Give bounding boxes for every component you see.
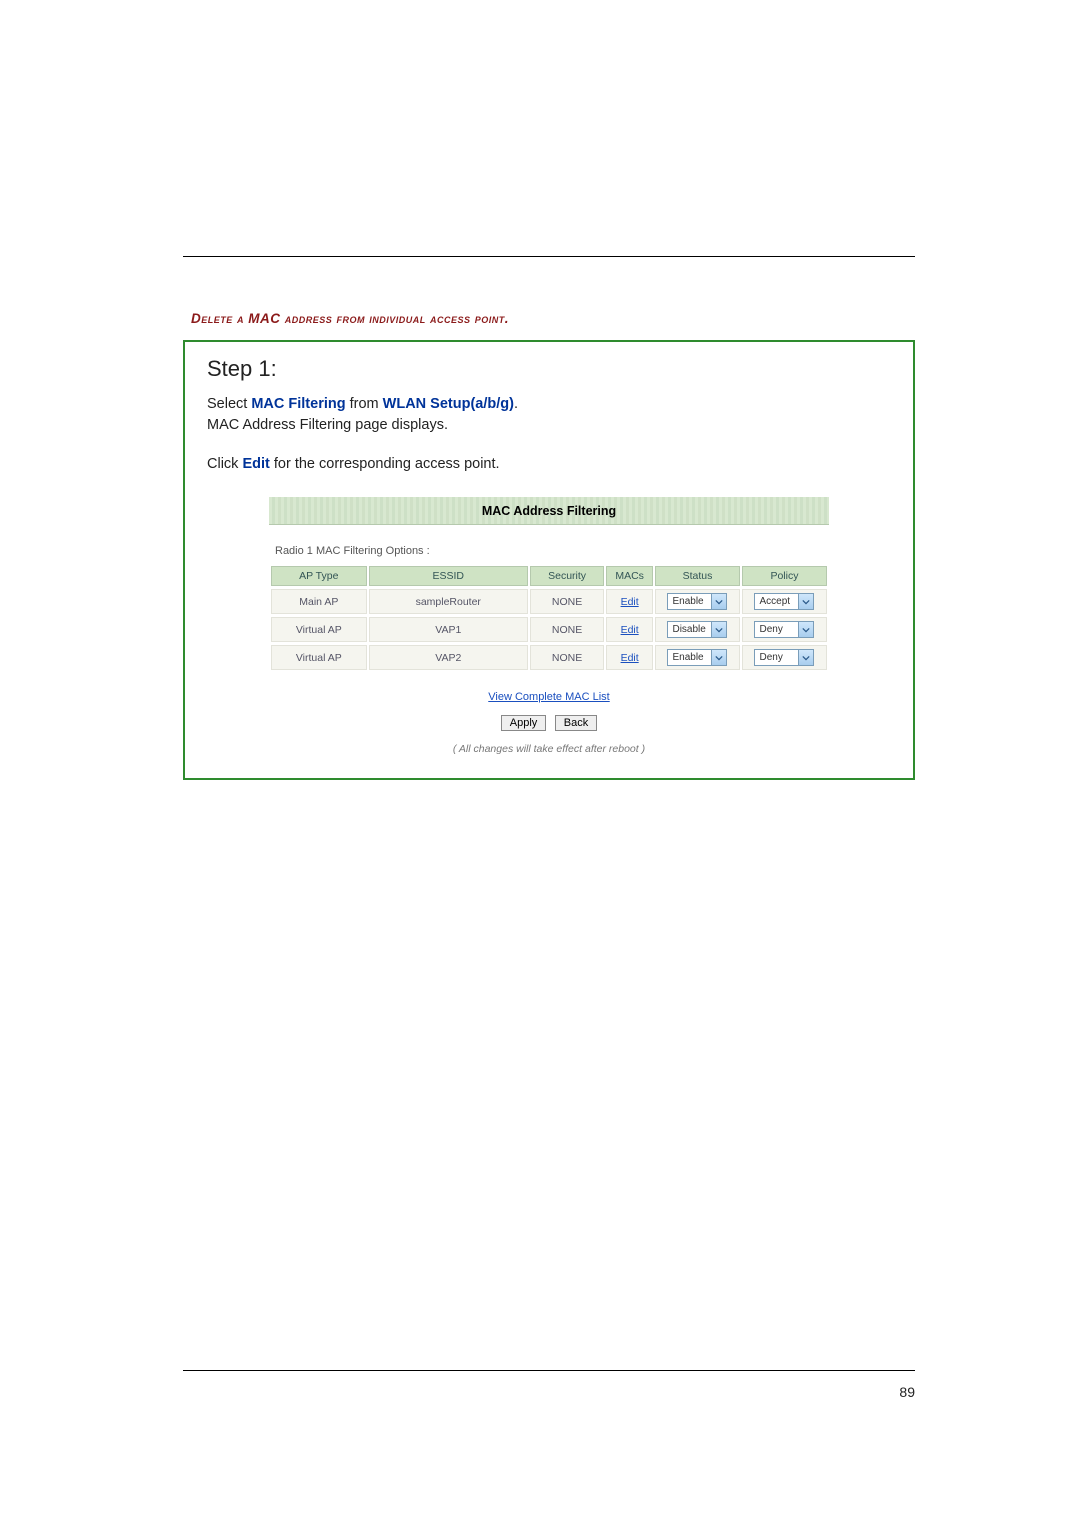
text: for the corresponding access point. — [270, 456, 500, 472]
instruction-line-2: MAC Address Filtering page displays. — [207, 415, 891, 436]
text: from — [346, 396, 383, 412]
col-header-status: Status — [655, 566, 740, 586]
cell-ap-type: Main AP — [271, 589, 367, 614]
chevron-down-icon — [711, 594, 726, 609]
top-horizontal-rule — [183, 256, 915, 257]
cell-essid: VAP1 — [369, 617, 528, 642]
table-row: Virtual APVAP2NONE Edit Enable Deny — [271, 645, 827, 670]
text: Select — [207, 396, 251, 412]
cell-security: NONE — [530, 589, 604, 614]
page-number: 89 — [899, 1384, 915, 1400]
col-header-security: Security — [530, 566, 604, 586]
mac-filtering-panel: MAC Address Filtering Radio 1 MAC Filter… — [269, 497, 829, 755]
reboot-footnote: ( All changes will take effect after reb… — [269, 743, 829, 755]
cell-policy: Deny — [742, 645, 827, 670]
section-heading: Delete a MAC address from individual acc… — [191, 311, 915, 326]
panel-title-bar: MAC Address Filtering — [269, 497, 829, 525]
cell-ap-type: Virtual AP — [271, 645, 367, 670]
chevron-down-icon — [798, 622, 813, 637]
chevron-down-icon — [798, 594, 813, 609]
col-header-policy: Policy — [742, 566, 827, 586]
policy-select[interactable]: Deny — [754, 649, 814, 666]
instruction-box: Step 1: Select MAC Filtering from WLAN S… — [183, 340, 915, 780]
policy-select[interactable]: Accept — [754, 593, 814, 610]
instruction-line-3: Click Edit for the corresponding access … — [207, 454, 891, 475]
view-complete-mac-list-link[interactable]: View Complete MAC List — [488, 691, 609, 703]
text: Click — [207, 456, 242, 472]
apply-button[interactable]: Apply — [501, 715, 547, 731]
step-title: Step 1: — [207, 356, 891, 382]
cell-security: NONE — [530, 617, 604, 642]
cell-status: Enable — [655, 645, 740, 670]
cell-essid: sampleRouter — [369, 589, 528, 614]
table-header-row: AP Type ESSID Security MACs Status Polic… — [271, 566, 827, 586]
table-row: Main APsampleRouterNONE Edit Enable Accept — [271, 589, 827, 614]
kw-wlan-setup: WLAN Setup(a/b/g) — [383, 396, 514, 412]
cell-policy: Accept — [742, 589, 827, 614]
cell-macs: Edit — [606, 617, 653, 642]
cell-macs: Edit — [606, 645, 653, 670]
status-select[interactable]: Enable — [667, 593, 727, 610]
options-label: Radio 1 MAC Filtering Options : — [275, 545, 827, 557]
cell-policy: Deny — [742, 617, 827, 642]
kw-mac-filtering: MAC Filtering — [251, 396, 345, 412]
col-header-essid: ESSID — [369, 566, 528, 586]
policy-select[interactable]: Deny — [754, 621, 814, 638]
kw-edit: Edit — [242, 456, 269, 472]
bottom-horizontal-rule — [183, 1370, 915, 1371]
text: . — [514, 396, 518, 412]
cell-ap-type: Virtual AP — [271, 617, 367, 642]
back-button[interactable]: Back — [555, 715, 597, 731]
cell-macs: Edit — [606, 589, 653, 614]
status-select[interactable]: Enable — [667, 649, 727, 666]
instruction-line-1: Select MAC Filtering from WLAN Setup(a/b… — [207, 394, 891, 415]
status-select[interactable]: Disable — [667, 621, 727, 638]
chevron-down-icon — [798, 650, 813, 665]
edit-link[interactable]: Edit — [621, 596, 639, 608]
cell-status: Enable — [655, 589, 740, 614]
cell-security: NONE — [530, 645, 604, 670]
table-row: Virtual APVAP1NONE Edit Disable Deny — [271, 617, 827, 642]
col-header-ap-type: AP Type — [271, 566, 367, 586]
edit-link[interactable]: Edit — [621, 624, 639, 636]
cell-status: Disable — [655, 617, 740, 642]
col-header-macs: MACs — [606, 566, 653, 586]
cell-essid: VAP2 — [369, 645, 528, 670]
edit-link[interactable]: Edit — [621, 652, 639, 664]
chevron-down-icon — [711, 650, 726, 665]
panel-title: MAC Address Filtering — [482, 504, 616, 518]
mac-filtering-table: AP Type ESSID Security MACs Status Polic… — [269, 563, 829, 673]
chevron-down-icon — [711, 622, 726, 637]
